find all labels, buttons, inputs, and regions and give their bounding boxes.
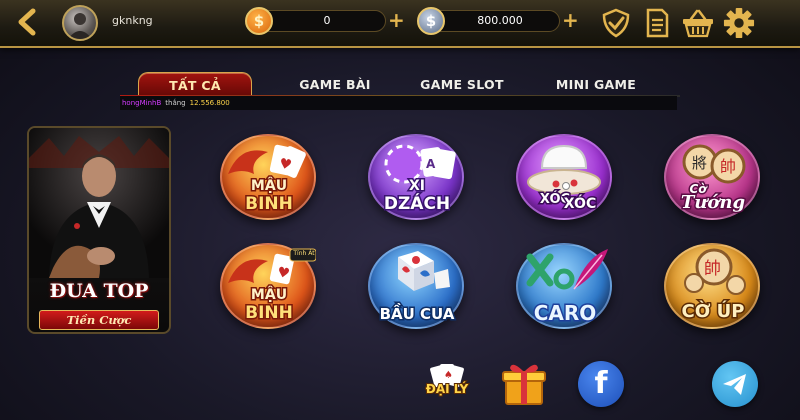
game-co-up[interactable]: 帥 CỜ ÚP xyxy=(654,243,772,335)
back-arrow-icon[interactable] xyxy=(14,8,42,36)
game-mau-binh-tinh-at[interactable]: ♥ Tính Át MẬU BINH xyxy=(210,243,328,335)
agent-label: ĐẠI LÝ xyxy=(425,381,469,397)
paper-plane-icon xyxy=(723,374,746,395)
gear-icon[interactable] xyxy=(722,7,756,39)
ticker-verb: thắng xyxy=(165,99,186,107)
game-label-line2: XÓC xyxy=(562,195,597,214)
document-icon[interactable] xyxy=(641,7,673,39)
add-silver-button[interactable]: + xyxy=(562,10,579,30)
ticker-player-name: hongMinhB xyxy=(122,99,162,107)
telegram-icon[interactable] xyxy=(712,361,758,407)
silver-balance-value: 800.000 xyxy=(477,14,523,27)
game-label-line2: BINH xyxy=(244,193,295,216)
silver-coin-icon: $ xyxy=(417,7,445,35)
gift-box-icon[interactable] xyxy=(498,360,550,408)
game-label-line1: MẬU xyxy=(249,177,288,196)
game-label-line2: DZÁCH xyxy=(382,193,451,216)
facebook-icon[interactable]: f xyxy=(578,361,624,407)
game-label: CARO xyxy=(532,300,598,327)
game-label-line2: Tướng xyxy=(679,191,746,215)
shield-icon[interactable] xyxy=(600,7,632,39)
add-gold-button[interactable]: + xyxy=(388,10,405,30)
top-bar: gknkng $ 0 + $ 800.000 + xyxy=(0,0,800,48)
rule-badge: Tính Át xyxy=(293,250,315,257)
username: gknkng xyxy=(112,14,153,27)
silver-balance: $ 800.000 xyxy=(417,7,560,35)
user-photo-icon xyxy=(68,13,92,39)
winner-ticker: hongMinhB thắng 12.556.800 xyxy=(120,96,677,110)
game-label: CỜ ÚP xyxy=(680,300,746,324)
gold-balance: $ 0 xyxy=(245,7,386,35)
svg-text:♠: ♠ xyxy=(444,370,453,381)
game-xoc-xoc[interactable]: XÓC XÓC xyxy=(506,134,624,226)
svg-text:帥: 帥 xyxy=(704,259,721,279)
game-mau-binh[interactable]: ♥ MẬU BINH xyxy=(210,134,328,226)
gold-balance-value: 0 xyxy=(323,14,331,27)
agent-button[interactable]: ♠ ĐẠI LÝ xyxy=(424,360,470,406)
godfather-portrait-icon xyxy=(29,128,169,278)
promo-subtitle: Tiền Cược xyxy=(39,310,159,330)
avatar[interactable] xyxy=(62,5,98,41)
facebook-letter: f xyxy=(594,366,608,401)
game-bau-cua[interactable]: BẦU CUA xyxy=(358,243,476,335)
svg-text:將: 將 xyxy=(692,154,707,172)
game-label-line2: BINH xyxy=(244,302,295,325)
category-tabs: TẤT CẢ GAME BÀI GAME SLOT MINI GAME xyxy=(120,68,680,99)
ticker-amount: 12.556.800 xyxy=(189,99,230,107)
game-label-line1: XI xyxy=(407,177,426,196)
svg-text:帥: 帥 xyxy=(720,157,736,176)
gold-coin-icon: $ xyxy=(245,7,273,35)
svg-text:A: A xyxy=(426,157,436,171)
game-label: BẦU CUA xyxy=(378,304,456,325)
race-top-promo-banner[interactable]: ĐUA TOP Tiền Cược xyxy=(27,126,171,334)
promo-title: ĐUA TOP xyxy=(49,280,149,302)
game-caro[interactable]: CARO xyxy=(506,243,624,335)
game-co-tuong[interactable]: 帥 將 Cờ Tướng xyxy=(654,134,772,226)
shop-basket-icon[interactable] xyxy=(680,7,716,39)
game-label-line1: MẬU xyxy=(249,286,288,305)
game-xi-dzach[interactable]: A XI DZÁCH xyxy=(358,134,476,226)
